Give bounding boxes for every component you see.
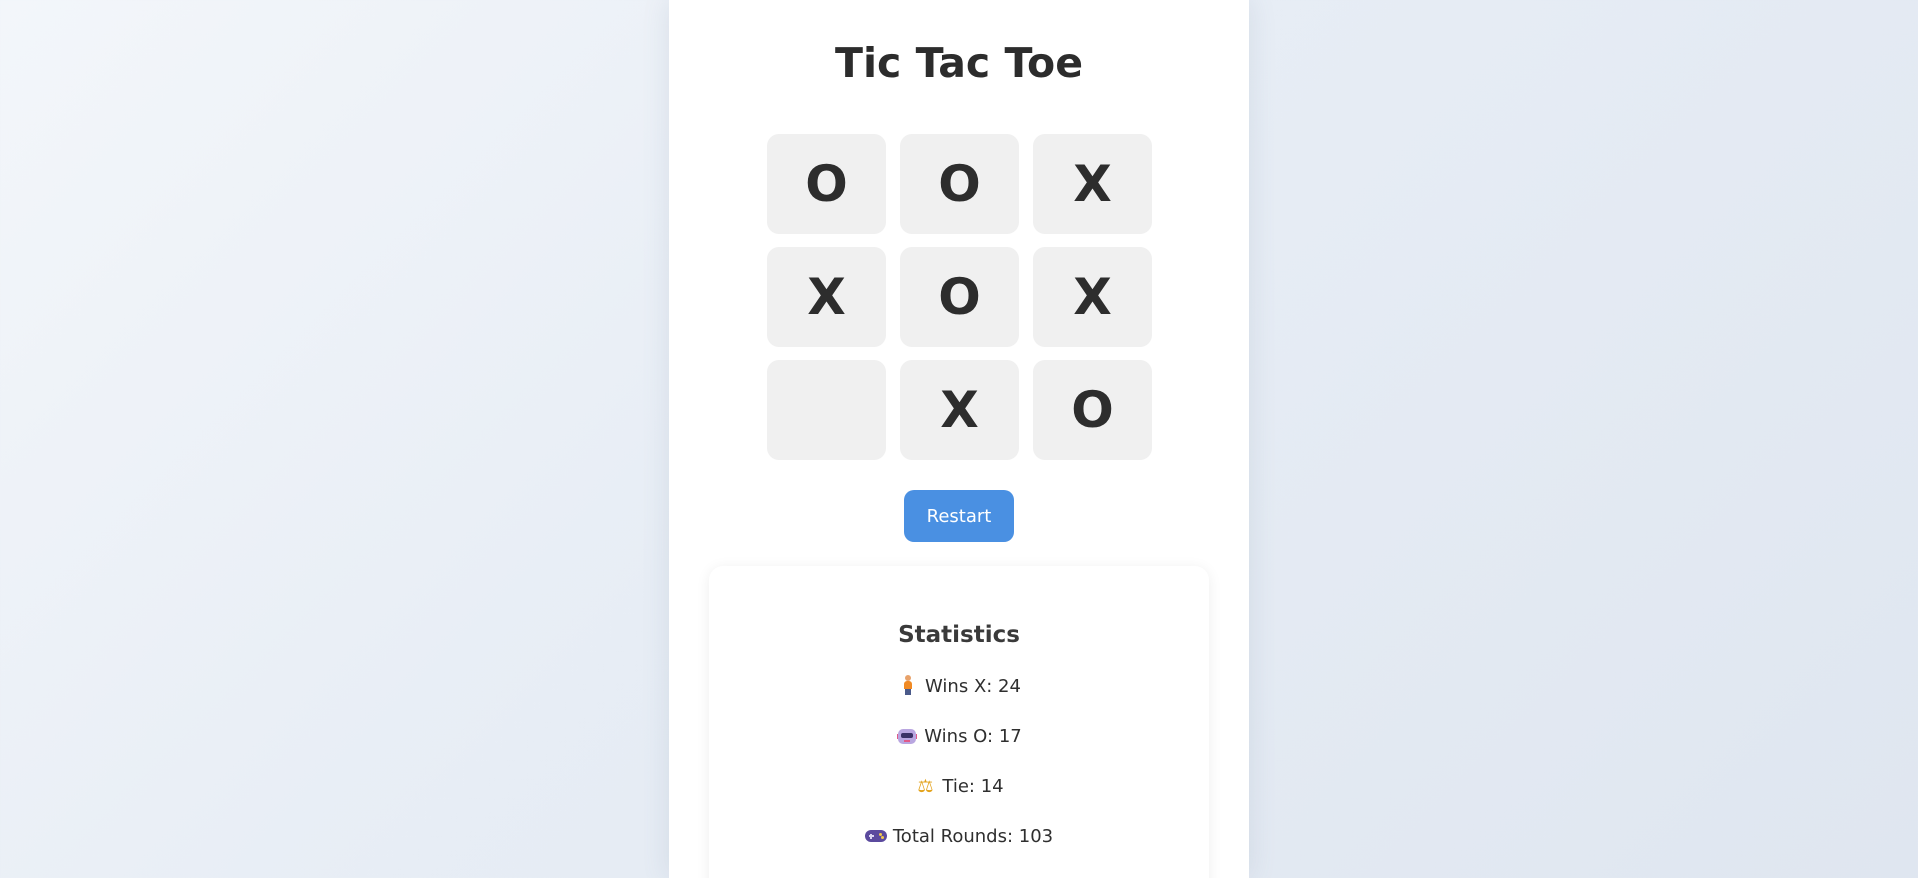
stat-wins-x: Wins X: 24 [709, 674, 1209, 700]
person-icon [897, 674, 919, 700]
game-panel: Tic Tac Toe O O X X O X X O Restart Stat… [669, 0, 1249, 878]
board-cell-5[interactable]: O [900, 247, 1019, 347]
board-cell-2[interactable]: O [900, 134, 1019, 234]
stat-tie: ⚖ Tie: 14 [709, 774, 1209, 800]
stat-wins-o-text: Wins O: 17 [924, 726, 1022, 747]
gamepad-icon [864, 824, 887, 850]
robot-icon [896, 724, 918, 750]
restart-button[interactable]: Restart [904, 490, 1014, 542]
game-board: O O X X O X X O [767, 134, 1152, 460]
board-cell-6[interactable]: X [1033, 247, 1152, 347]
balance-scale-icon: ⚖ [917, 776, 934, 797]
stat-wins-x-text: Wins X: 24 [925, 676, 1021, 697]
board-cell-8[interactable]: X [900, 360, 1019, 460]
stat-total-rounds-text: Total Rounds: 103 [892, 826, 1054, 847]
statistics-title: Statistics [898, 622, 1020, 648]
board-cell-1[interactable]: O [767, 134, 886, 234]
board-cell-9[interactable]: O [1033, 360, 1152, 460]
stat-total-rounds: Total Rounds: 103 [709, 824, 1209, 850]
stat-wins-o: Wins O: 17 [709, 724, 1209, 750]
board-cell-7[interactable] [767, 360, 886, 460]
board-cell-3[interactable]: X [1033, 134, 1152, 234]
board-cell-4[interactable]: X [767, 247, 886, 347]
statistics-card: Statistics Wins X: 24 Wins O: 17 ⚖ Tie: … [709, 566, 1209, 878]
stat-tie-text: Tie: 14 [942, 776, 1004, 797]
page-title: Tic Tac Toe [834, 39, 1084, 87]
